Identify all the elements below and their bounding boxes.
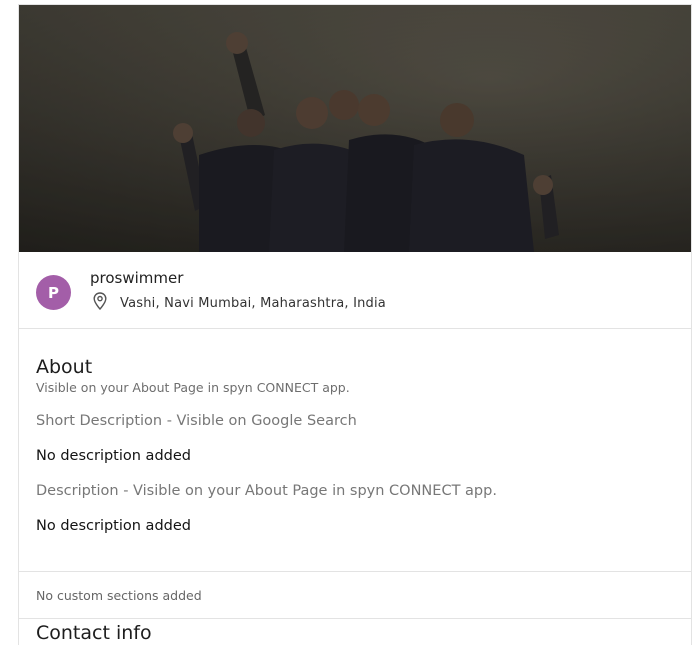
custom-sections: No custom sections added	[19, 572, 691, 619]
description-label: Description - Visible on your About Page…	[36, 483, 497, 499]
about-subtitle: Visible on your About Page in spyn CONNE…	[36, 380, 350, 395]
profile-card: P proswimmer Vashi, Navi Mumbai, Maharas…	[18, 4, 692, 645]
location-text: Vashi, Navi Mumbai, Maharashtra, India	[120, 296, 386, 311]
custom-sections-empty: No custom sections added	[36, 588, 202, 603]
short-description-value: No description added	[36, 448, 191, 464]
contact-section: Contact info	[19, 619, 691, 645]
cover-photo-team-celebration	[19, 5, 691, 252]
username: proswimmer	[90, 269, 184, 287]
avatar[interactable]: P	[36, 275, 71, 310]
profile-header: P proswimmer Vashi, Navi Mumbai, Maharas…	[19, 252, 691, 329]
map-pin-icon	[93, 292, 107, 310]
cover-image	[19, 5, 691, 252]
contact-title: Contact info	[36, 622, 152, 644]
about-section: About Visible on your About Page in spyn…	[19, 329, 691, 572]
description-value: No description added	[36, 518, 191, 534]
about-title: About	[36, 356, 93, 378]
short-description-label: Short Description - Visible on Google Se…	[36, 413, 357, 429]
